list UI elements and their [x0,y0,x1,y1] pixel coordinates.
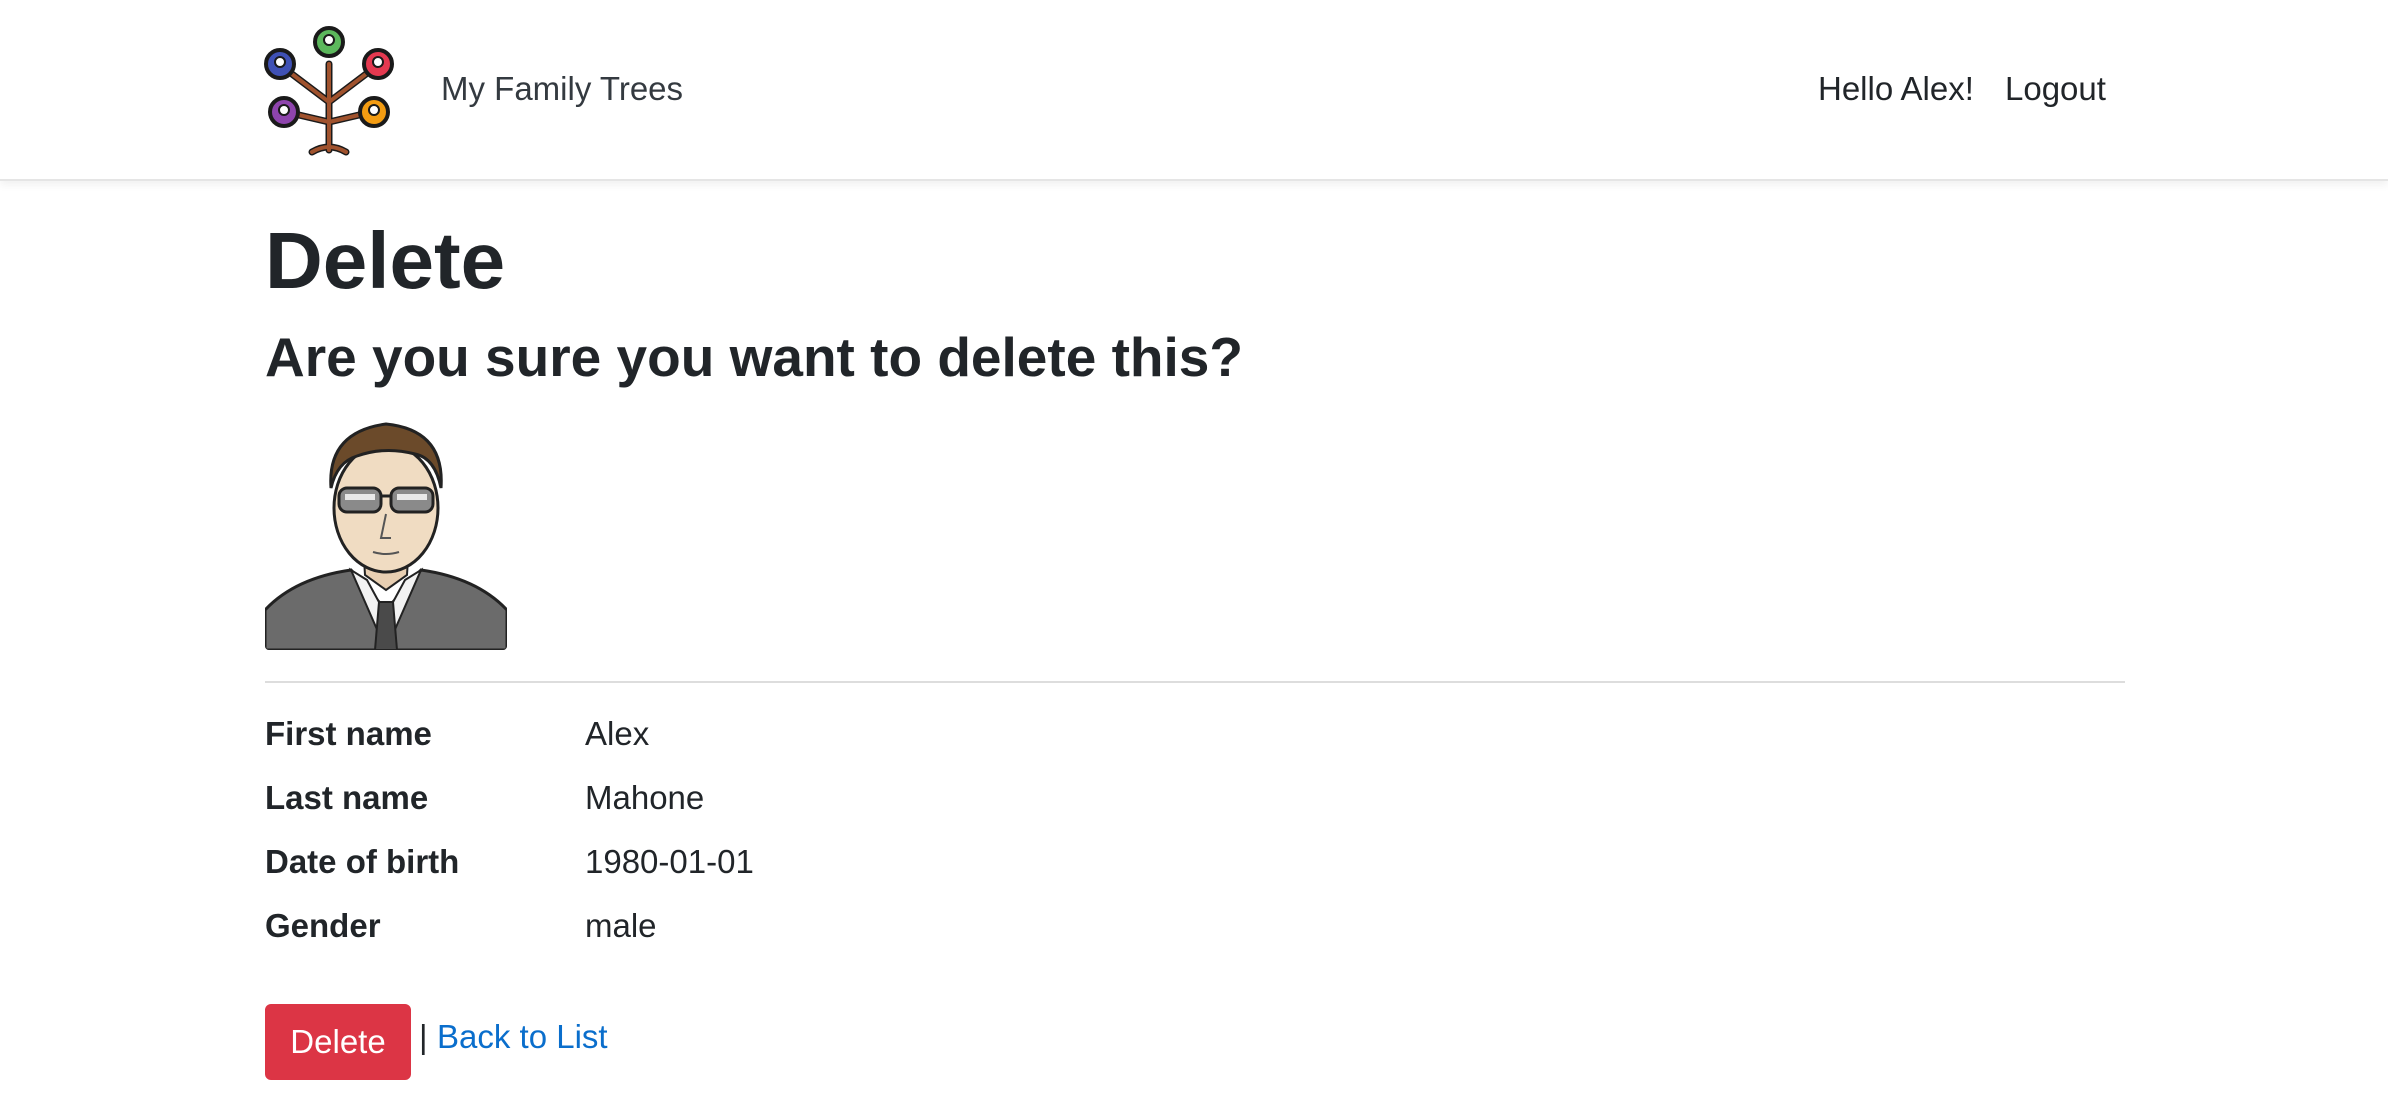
back-to-list-link[interactable]: Back to List [437,1018,608,1056]
confirm-question: Are you sure you want to delete this? [265,326,1243,388]
detail-row-date-of-birth: Date of birth 1980-01-01 [265,843,2125,893]
brand-link[interactable]: My Family Trees [441,70,683,108]
detail-row-first-name: First name Alex [265,715,2125,765]
delete-button[interactable]: Delete [265,1004,411,1080]
detail-row-last-name: Last name Mahone [265,779,2125,829]
person-avatar-image [265,410,507,650]
action-separator: | [419,1018,428,1055]
detail-label: Last name [265,779,429,816]
detail-value: male [585,907,657,944]
detail-row-gender: Gender male [265,907,2125,957]
detail-label: First name [265,715,432,752]
user-greeting[interactable]: Hello Alex! [1818,70,1974,108]
detail-value: Alex [585,715,650,752]
form-actions: Delete | Back to List [265,1004,1265,1080]
detail-value: 1980-01-01 [585,843,754,880]
detail-value: Mahone [585,779,705,816]
detail-label: Gender [265,907,381,944]
detail-label: Date of birth [265,843,460,880]
page-title: Delete [265,216,506,305]
section-divider [265,681,2125,683]
logout-link[interactable]: Logout [2005,70,2106,108]
top-navbar: My Family Trees Hello Alex! Logout [0,0,2388,181]
family-tree-logo-icon[interactable] [262,24,396,158]
